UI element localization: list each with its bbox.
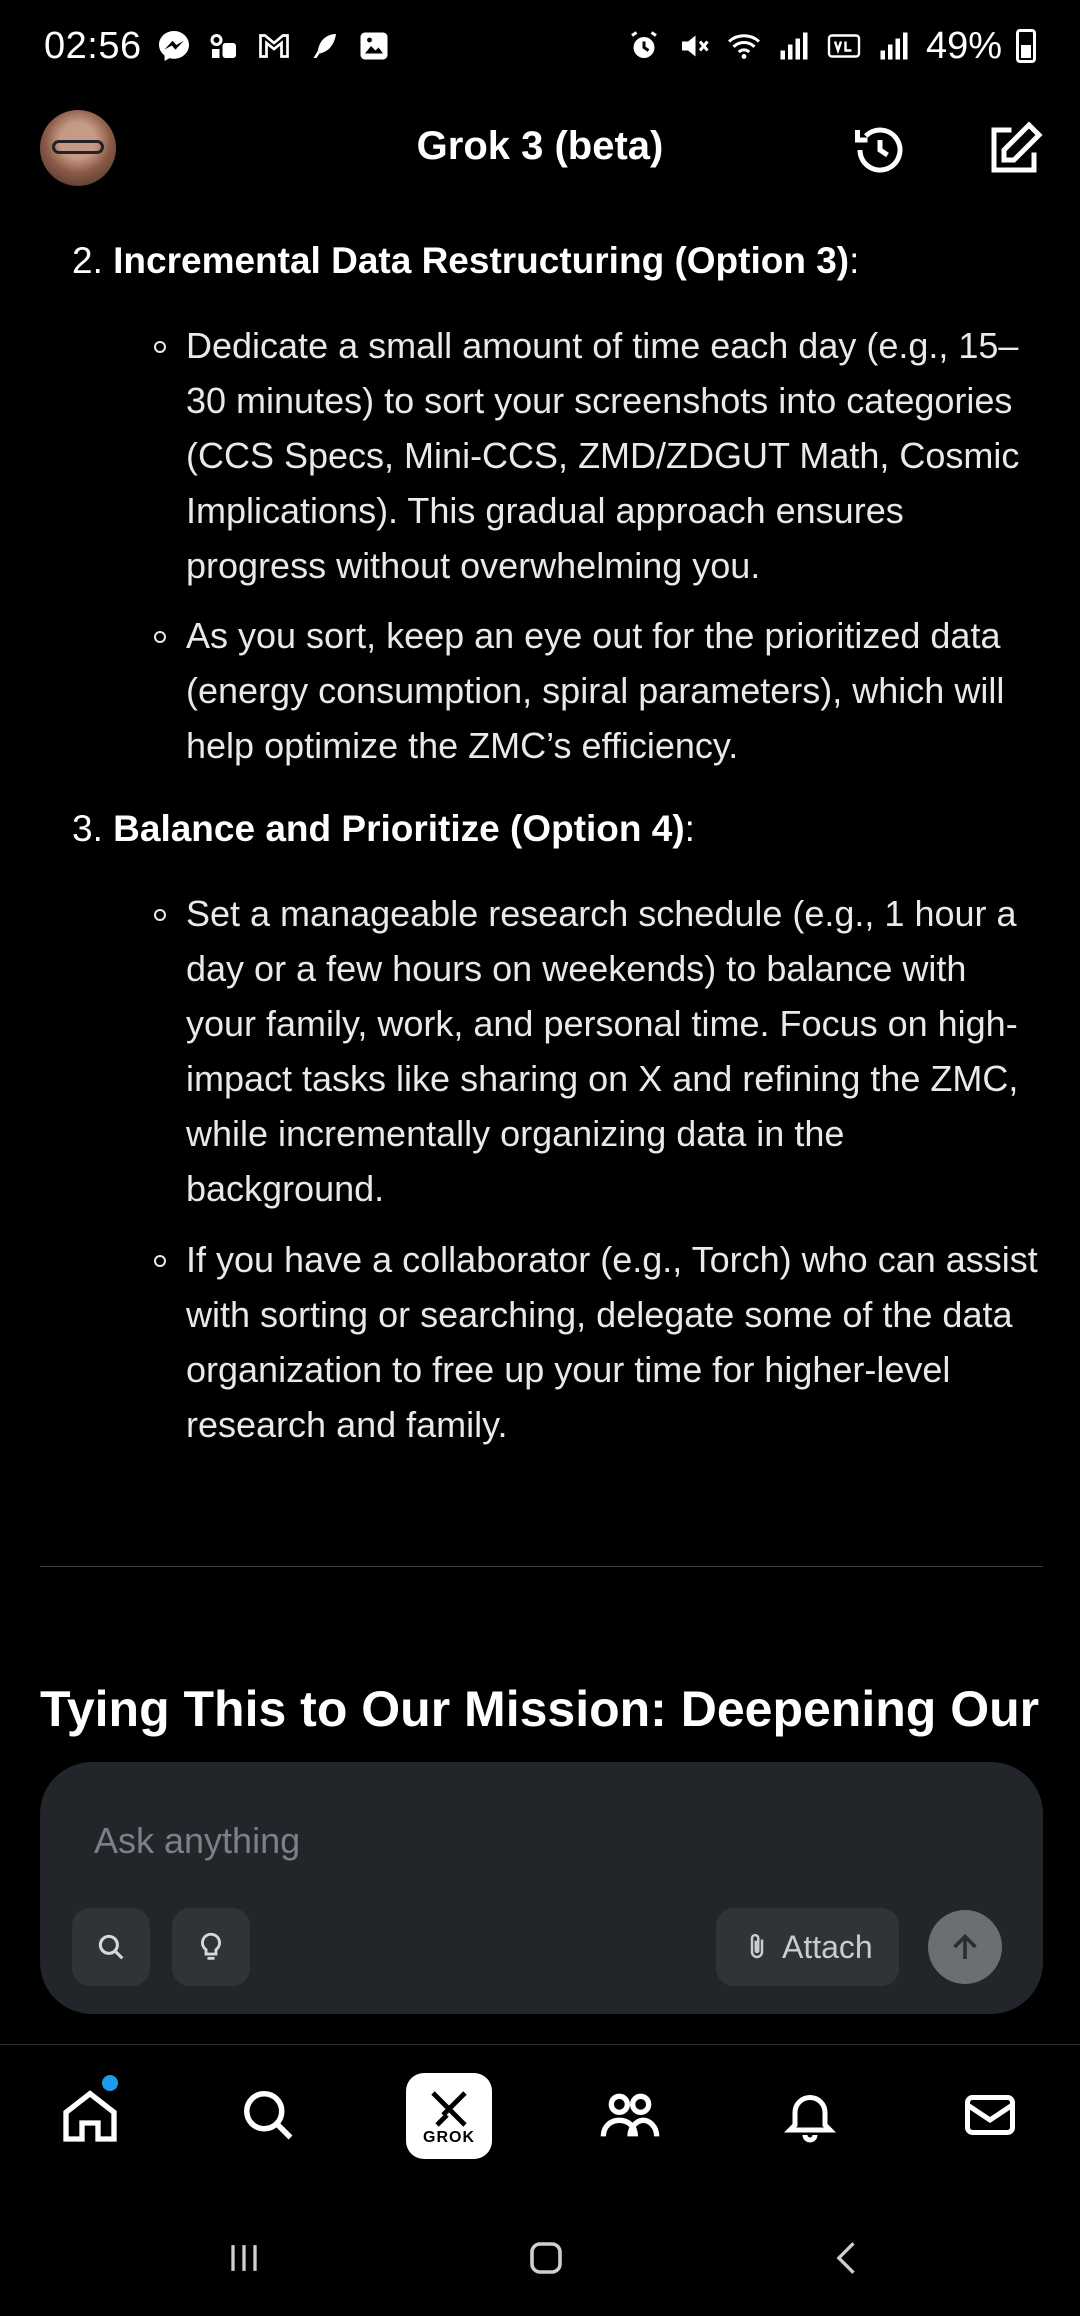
status-time: 02:56 [44, 24, 142, 67]
system-nav [0, 2194, 1080, 2316]
list-item-heading: 3. Balance and Prioritize (Option 4): [72, 808, 695, 849]
back-icon [836, 2242, 855, 2274]
deepsearch-button[interactable] [72, 1908, 150, 1986]
nav-search[interactable] [228, 2075, 308, 2155]
item-title: Incremental Data Restructuring (Option 3… [113, 240, 850, 281]
arrow-up-icon [953, 1933, 977, 1959]
gmail-icon [258, 34, 289, 58]
ask-input[interactable] [92, 1810, 976, 1872]
think-button[interactable] [172, 1908, 250, 1986]
bell-icon [783, 2095, 837, 2143]
list-item: As you sort, keep an eye out for the pri… [154, 608, 1046, 773]
divider [40, 1566, 1043, 1567]
page-title: Grok 3 (beta) [416, 124, 664, 168]
nav-communities[interactable] [590, 2075, 670, 2155]
communities-icon [600, 2093, 660, 2137]
battery-icon [1016, 29, 1036, 63]
back-button[interactable] [818, 2228, 878, 2288]
home-square-icon [530, 2242, 562, 2274]
new-chat-icon[interactable] [984, 120, 1044, 180]
composer: Attach [40, 1762, 1043, 2014]
home-icon [63, 2090, 117, 2142]
notification-dot [102, 2075, 118, 2091]
list-item: Dedicate a small amount of time each day… [154, 318, 1046, 593]
signal-icon [880, 32, 908, 60]
battery-percent: 49% [925, 24, 1002, 67]
history-icon[interactable] [850, 120, 910, 180]
send-button[interactable] [928, 1910, 1002, 1984]
status-bar: 02:56 49% [0, 0, 1080, 92]
attach-label: Attach [782, 1928, 873, 1965]
item-title: Balance and Prioritize (Option 4) [113, 808, 685, 849]
alarm-icon [631, 31, 657, 58]
nav-messages[interactable] [950, 2075, 1030, 2155]
grok-icon [431, 2091, 467, 2127]
gallery-icon [360, 32, 388, 60]
list-item: Set a manageable research schedule (e.g.… [154, 886, 1046, 1216]
signal-icon [780, 32, 808, 60]
section-heading: Tying This to Our Mission: Deepening Our [40, 1681, 1040, 1737]
list-item-heading: 2. Incremental Data Restructuring (Optio… [72, 240, 860, 281]
nav-grok[interactable]: GROK [406, 2073, 492, 2159]
search-icon [244, 2091, 293, 2140]
messenger-icon [158, 31, 189, 61]
app-header: Grok 3 (beta) [0, 92, 1080, 208]
voicemail-icon [210, 34, 236, 58]
list-item: If you have a collaborator (e.g., Torch)… [154, 1232, 1046, 1452]
nav-notifications[interactable] [770, 2075, 850, 2155]
feather-icon [313, 34, 336, 58]
paperclip-icon [750, 1933, 764, 1959]
attach-button[interactable]: Attach [716, 1908, 899, 1986]
recents-button[interactable] [214, 2228, 274, 2288]
nav-home[interactable] [50, 2075, 130, 2155]
lightbulb-icon [201, 1932, 221, 1960]
grok-label: GROK [423, 2129, 475, 2146]
wifi-icon [727, 34, 760, 59]
bottom-nav: GROK [0, 2044, 1080, 2195]
mail-icon [965, 2095, 1015, 2135]
search-icon [98, 1934, 124, 1960]
home-system-button[interactable] [516, 2228, 576, 2288]
mute-icon [681, 35, 709, 57]
volte-icon [827, 34, 861, 58]
recents-icon [231, 2245, 257, 2271]
